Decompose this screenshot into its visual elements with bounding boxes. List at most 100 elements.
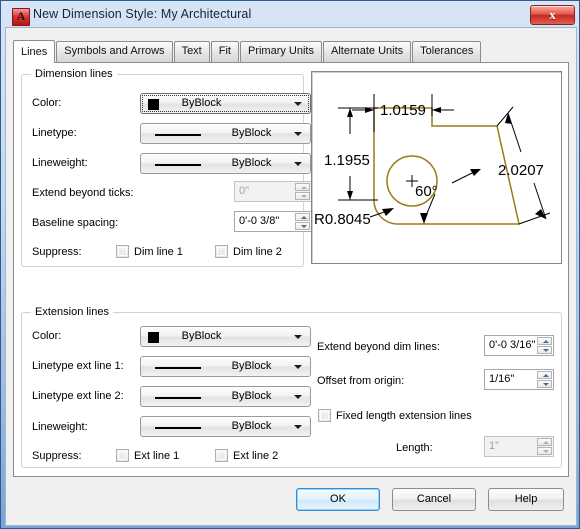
ext-lineweight-label: Lineweight: — [32, 421, 88, 433]
suppress-dim-line-2-label: Dim line 2 — [233, 246, 282, 258]
extend-beyond-dim-lines-label: Extend beyond dim lines: — [317, 341, 440, 353]
suppress-dim-line-2-checkbox[interactable] — [215, 245, 228, 258]
suppress-ext-line-2-checkbox[interactable] — [215, 449, 228, 462]
ext-linetype-2-value: ByBlock — [231, 390, 272, 402]
suppress-ext-line-2-label: Ext line 2 — [233, 450, 279, 462]
spinner-buttons[interactable] — [537, 438, 552, 455]
dim-angle-text: 60° — [415, 183, 438, 200]
dim-horizontal-text: 1.0159 — [380, 102, 426, 119]
close-icon: x — [549, 7, 556, 22]
spinner-up-icon[interactable] — [537, 438, 552, 446]
chevron-down-icon — [294, 365, 302, 369]
spinner-buttons[interactable] — [295, 183, 310, 200]
arrowhead-angle-1 — [470, 169, 481, 176]
extend-beyond-ticks-spinner[interactable]: 0" — [234, 181, 312, 202]
arrowhead-radius — [382, 208, 394, 216]
autocad-icon-glyph: A — [16, 9, 26, 23]
ext-linetype-1-value: ByBlock — [231, 360, 272, 372]
baseline-spacing-value: 0'-0 3/8" — [239, 215, 280, 227]
suppress-dim-line-1-checkbox[interactable] — [116, 245, 129, 258]
ext-suppress-label: Suppress: — [32, 450, 82, 462]
ext-color-value: ByBlock — [181, 330, 222, 342]
length-value: 1" — [489, 440, 500, 452]
ext-linetype-2-combo[interactable]: ByBlock — [140, 386, 311, 407]
arrowhead-v-bottom — [347, 191, 353, 200]
spinner-down-icon[interactable] — [295, 192, 310, 200]
baseline-spacing-label: Baseline spacing: — [32, 217, 119, 229]
baseline-spacing-spinner[interactable]: 0'-0 3/8" — [234, 211, 312, 232]
spinner-up-icon[interactable] — [537, 337, 552, 345]
tab-primary-units[interactable]: Primary Units — [239, 41, 322, 62]
dim-lineweight-label: Lineweight: — [32, 157, 88, 169]
dimension-lines-group-label: Dimension lines — [31, 68, 117, 80]
spinner-up-icon[interactable] — [537, 371, 552, 379]
chevron-down-icon — [294, 102, 302, 106]
ext-lineweight-value: ByBlock — [231, 420, 272, 432]
arrowhead-angle-2 — [420, 213, 428, 224]
suppress-dim-line-1-label: Dim line 1 — [134, 246, 183, 258]
help-button[interactable]: Help — [488, 488, 564, 511]
dim-lineweight-combo[interactable]: ByBlock — [140, 153, 311, 174]
ok-button[interactable]: OK — [296, 488, 380, 511]
extend-beyond-ticks-label: Extend beyond ticks: — [32, 187, 134, 199]
spinner-buttons[interactable] — [537, 337, 552, 354]
arrowhead-h-right — [432, 107, 441, 113]
chevron-down-icon — [294, 335, 302, 339]
ext-color-label: Color: — [32, 330, 62, 342]
offset-from-origin-spinner[interactable]: 1/16" — [484, 369, 554, 390]
dim-linetype-combo[interactable]: ByBlock — [140, 123, 311, 144]
dialog-window: A New Dimension Style: My Architectural … — [0, 0, 580, 529]
fixed-length-extension-lines-checkbox[interactable] — [318, 409, 331, 422]
tab-page-lines: Dimension lines Color: ByBlock Linetype:… — [13, 62, 569, 477]
chevron-down-icon — [294, 132, 302, 136]
arrowhead-v-top — [347, 108, 353, 117]
preview-drawing: 1.0159 1.1955 2.0207 60° R0.8045 — [314, 94, 551, 228]
title-bar[interactable]: A New Dimension Style: My Architectural … — [4, 3, 578, 27]
extend-beyond-ticks-value: 0" — [239, 185, 250, 197]
offset-from-origin-label: Offset from origin: — [317, 375, 405, 387]
chevron-down-icon — [294, 395, 302, 399]
spinner-down-icon[interactable] — [537, 346, 552, 354]
fixed-length-extension-lines-label: Fixed length extension lines — [336, 410, 472, 422]
extend-beyond-dim-lines-value: 0'-0 3/16" — [489, 339, 536, 351]
close-button[interactable]: x — [530, 5, 575, 25]
spinner-down-icon[interactable] — [295, 222, 310, 230]
dim-angled-text: 2.0207 — [498, 162, 544, 179]
ext-linetype-1-combo[interactable]: ByBlock — [140, 356, 311, 377]
spinner-down-icon[interactable] — [537, 447, 552, 455]
dim-vertical-text: 1.1955 — [324, 152, 370, 169]
dimension-lines-group: Dimension lines Color: ByBlock Linetype:… — [21, 68, 312, 267]
spinner-buttons[interactable] — [537, 371, 552, 388]
ext-color-combo[interactable]: ByBlock — [140, 326, 311, 347]
ext-linetype-2-label: Linetype ext line 2: — [32, 390, 124, 402]
extension-lines-group: Extension lines Color: ByBlock Linetype … — [21, 306, 562, 468]
tab-lines[interactable]: Lines — [13, 40, 56, 63]
ext-lineweight-combo[interactable]: ByBlock — [140, 416, 311, 437]
spinner-buttons[interactable] — [295, 213, 310, 230]
tab-alternate-units[interactable]: Alternate Units — [323, 41, 412, 62]
tab-tolerances[interactable]: Tolerances — [412, 41, 482, 62]
ext-linetype-1-label: Linetype ext line 1: — [32, 360, 124, 372]
dim-suppress-label: Suppress: — [32, 246, 82, 258]
cancel-button[interactable]: Cancel — [392, 488, 476, 511]
chevron-down-icon — [294, 425, 302, 429]
dim-linetype-label: Linetype: — [32, 127, 77, 139]
window-title: New Dimension Style: My Architectural — [33, 7, 252, 21]
dim-color-combo[interactable]: ByBlock — [140, 93, 311, 114]
autocad-icon: A — [12, 8, 30, 26]
tab-text[interactable]: Text — [173, 41, 210, 62]
suppress-ext-line-1-label: Ext line 1 — [134, 450, 180, 462]
tab-fit[interactable]: Fit — [210, 41, 239, 62]
extension-lines-group-label: Extension lines — [31, 306, 113, 318]
chevron-down-icon — [294, 162, 302, 166]
offset-from-origin-value: 1/16" — [489, 373, 515, 385]
length-spinner[interactable]: 1" — [484, 436, 554, 457]
spinner-down-icon[interactable] — [537, 380, 552, 388]
dim-color-value: ByBlock — [181, 97, 222, 109]
tab-symbols-and-arrows[interactable]: Symbols and Arrows — [56, 41, 173, 62]
length-label: Length: — [396, 442, 433, 454]
extend-beyond-dim-lines-spinner[interactable]: 0'-0 3/16" — [484, 335, 554, 356]
spinner-up-icon[interactable] — [295, 183, 310, 191]
suppress-ext-line-1-checkbox[interactable] — [116, 449, 129, 462]
spinner-up-icon[interactable] — [295, 213, 310, 221]
